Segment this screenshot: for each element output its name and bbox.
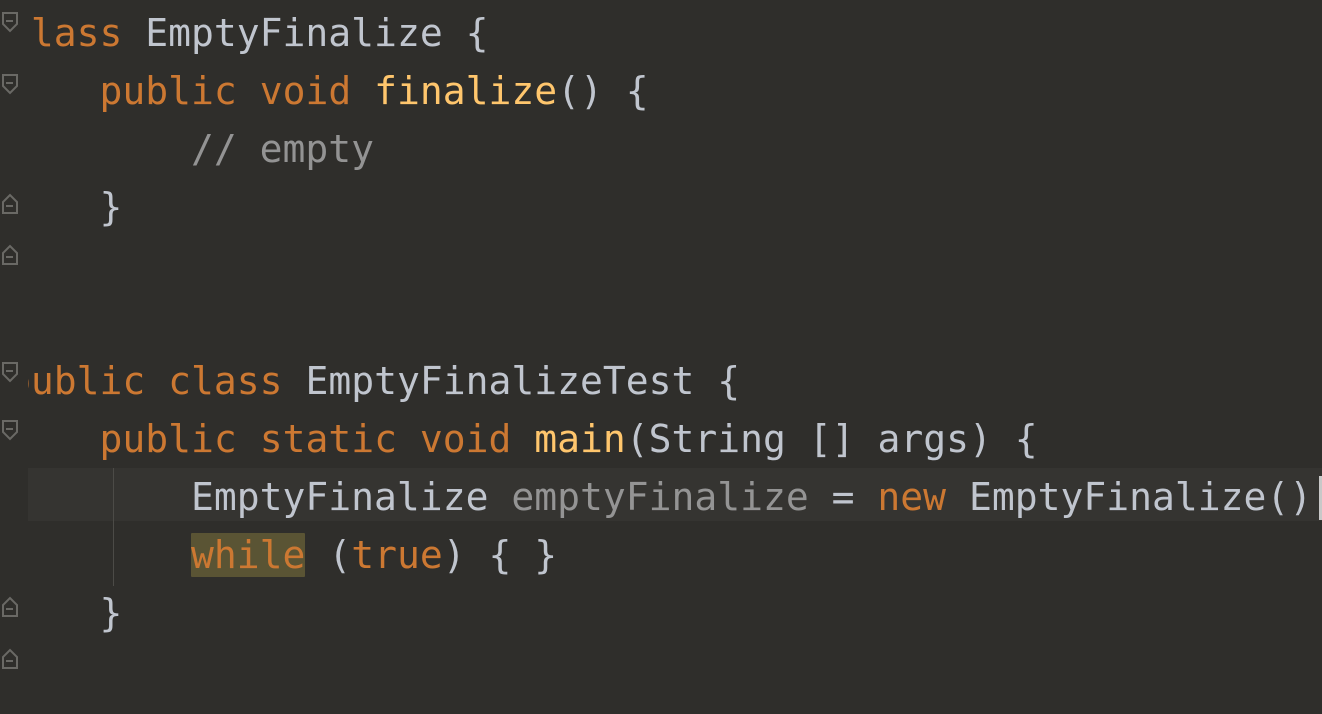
code-line-2[interactable]: public void finalize() {: [8, 66, 649, 116]
fold-end-method-main-icon[interactable]: [1, 593, 23, 619]
code-token: { }: [465, 533, 558, 577]
code-line-9[interactable]: EmptyFinalize emptyFinalize = new EmptyF…: [8, 472, 1322, 522]
code-token: public: [8, 359, 146, 403]
code-token: }: [99, 591, 123, 635]
code-token: emptyFinalize: [511, 475, 809, 519]
fold-start-method-finalize-icon[interactable]: [1, 72, 23, 98]
search-match-highlight: while: [191, 533, 306, 577]
code-token: EmptyFinalize: [968, 475, 1267, 519]
code-token: (): [1266, 475, 1313, 519]
fold-end-method-finalize-icon[interactable]: [1, 190, 23, 216]
code-editor[interactable]: class EmptyFinalize { public void finali…: [0, 0, 1322, 714]
code-token: new: [877, 475, 947, 519]
code-token: // empty: [191, 127, 375, 171]
code-token: () {: [557, 69, 649, 113]
fold-start-class-EmptyFinalize-icon[interactable]: [1, 10, 23, 36]
code-token: main: [534, 417, 626, 461]
code-token: EmptyFinalize: [145, 11, 443, 55]
editor-gutter[interactable]: [0, 0, 28, 714]
code-token: {: [442, 11, 489, 55]
code-token: public: [99, 417, 237, 461]
code-token: static: [259, 417, 397, 461]
code-line-7[interactable]: public class EmptyFinalizeTest {: [8, 356, 740, 406]
code-line-10[interactable]: while (true) { }: [8, 530, 557, 580]
code-token: EmptyFinalizeTest: [305, 359, 695, 403]
code-token: true: [351, 533, 443, 577]
fold-start-method-main-icon[interactable]: [1, 418, 23, 444]
code-token: void: [419, 417, 512, 461]
code-token: class: [168, 359, 283, 403]
code-token: ): [442, 533, 466, 577]
code-token: (String [] args) {: [625, 417, 1038, 461]
code-line-8[interactable]: public static void main(String [] args) …: [8, 414, 1038, 464]
fold-start-class-EmptyFinalizeTest-icon[interactable]: [1, 360, 23, 386]
code-token: {: [694, 359, 741, 403]
fold-end-class-EmptyFinalizeTest-icon[interactable]: [1, 645, 23, 671]
code-token: EmptyFinalize: [191, 475, 489, 519]
code-token: =: [808, 475, 878, 519]
fold-end-class-EmptyFinalize-icon[interactable]: [1, 241, 23, 267]
code-surface[interactable]: class EmptyFinalize { public void finali…: [0, 0, 1322, 714]
code-token: (: [328, 533, 352, 577]
code-token: public: [99, 69, 237, 113]
code-line-1[interactable]: class EmptyFinalize {: [8, 8, 488, 58]
code-token: }: [99, 185, 123, 229]
code-line-3[interactable]: // empty: [8, 124, 374, 174]
code-token: void: [259, 69, 352, 113]
code-token: finalize: [374, 69, 558, 113]
